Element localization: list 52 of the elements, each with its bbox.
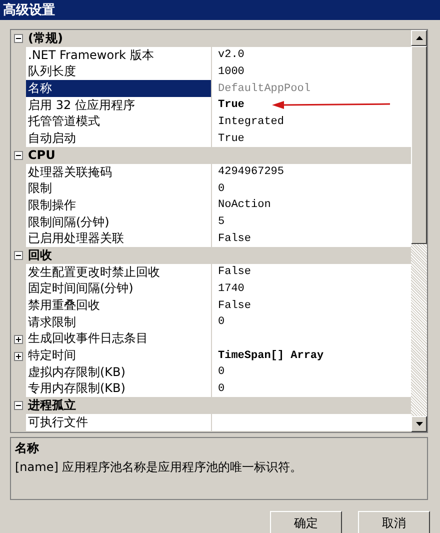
property-name[interactable]: 禁用重叠回收	[26, 297, 212, 315]
property-value[interactable]: 1000	[212, 63, 411, 82]
collapse-icon[interactable]	[14, 401, 23, 410]
expand-icon[interactable]	[14, 352, 23, 361]
category-header[interactable]: 进程孤立	[26, 397, 411, 414]
property-value[interactable]: NoAction	[212, 196, 411, 215]
category-header[interactable]: 回收	[26, 246, 411, 264]
property-name[interactable]: 处理器关联掩码	[26, 164, 212, 182]
collapse-icon[interactable]	[14, 34, 23, 43]
category-header[interactable]: CPU	[26, 146, 411, 164]
up-arrow-icon	[416, 36, 422, 40]
property-value[interactable]: 0	[212, 180, 411, 198]
property-name[interactable]: 已启用处理器关联	[26, 230, 212, 248]
ok-button[interactable]: 确定	[270, 511, 342, 533]
property-value[interactable]: v2.0	[212, 46, 411, 65]
property-name[interactable]: 专用内存限制(KB)	[26, 380, 212, 398]
property-name[interactable]: 固定时间间隔(分钟)	[26, 280, 212, 298]
property-value[interactable]: False	[212, 297, 411, 315]
property-name[interactable]: 生成回收事件日志条目	[26, 330, 212, 348]
scrollbar[interactable]	[411, 30, 427, 432]
property-name[interactable]: 限制操作	[26, 196, 212, 215]
property-value[interactable]: 4294967295	[212, 164, 411, 182]
down-arrow-icon	[416, 422, 422, 426]
property-value[interactable]: False	[212, 230, 411, 248]
property-name[interactable]: 名称	[26, 80, 212, 98]
property-name[interactable]: 可执行文件	[26, 414, 212, 432]
property-name[interactable]: 限制	[26, 180, 212, 198]
property-value[interactable]: True	[212, 130, 411, 148]
property-name[interactable]: .NET Framework 版本	[26, 46, 212, 65]
property-name[interactable]: 发生配置更改时禁止回收	[26, 264, 212, 282]
property-value[interactable]: 0	[212, 380, 411, 398]
collapse-icon[interactable]	[14, 150, 23, 160]
property-name[interactable]: 特定时间	[26, 347, 212, 366]
value-cell[interactable]	[212, 414, 411, 432]
property-name[interactable]: 自动启动	[26, 130, 212, 148]
property-value[interactable]: DefaultAppPool	[212, 80, 411, 98]
scroll-down-button[interactable]	[411, 416, 427, 432]
property-value[interactable]: 1740	[212, 280, 411, 298]
expand-icon[interactable]	[14, 334, 23, 344]
property-name[interactable]: 托管管道模式	[26, 113, 212, 132]
category-header[interactable]: (常规)	[26, 30, 411, 47]
window-title: 高级设置	[3, 2, 55, 19]
property-value[interactable]: TimeSpan[] Array	[212, 347, 411, 366]
collapse-icon[interactable]	[14, 250, 23, 260]
property-name[interactable]: 队列长度	[26, 63, 212, 82]
property-value[interactable]: Integrated	[212, 113, 411, 132]
description-text: [name] 应用程序池名称是应用程序池的唯一标识符。	[15, 459, 304, 476]
cancel-button[interactable]: 取消	[358, 511, 430, 533]
scroll-up-button[interactable]	[411, 30, 427, 46]
scrollbar-thumb[interactable]	[411, 46, 427, 244]
description-title: 名称	[15, 440, 40, 457]
property-value[interactable]: False	[212, 264, 411, 282]
